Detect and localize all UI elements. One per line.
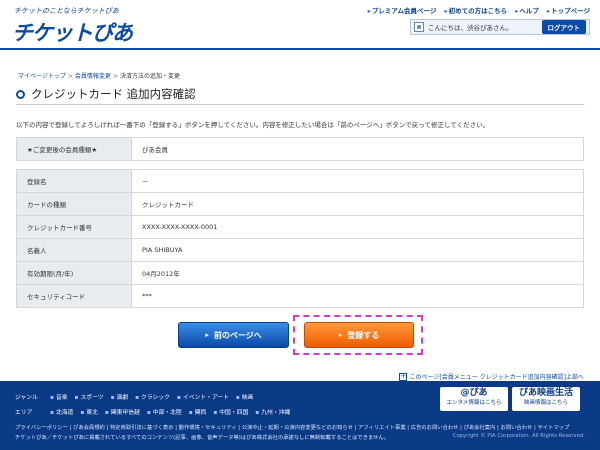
expiry-label: 有効期限(月/年) — [16, 261, 132, 285]
site-logo[interactable]: チケットぴあ — [12, 17, 133, 47]
area-row: エリア 北海道 東北 関東甲信越 中部・北陸 関西 中国・四国 九州・沖縄 — [15, 407, 297, 416]
copyright-text: Copyright © PIA Corporation. All Rights … — [452, 433, 585, 439]
top-links: プレミアム会員ページ 初めての方はこちら ヘルプ トップページ — [368, 5, 590, 15]
expiry-value: 04月2012年 — [131, 261, 584, 285]
user-greeting: こんにちは、渋谷ぴあさん。 — [428, 24, 513, 32]
title-divider — [16, 104, 584, 105]
footer-bottom: チケットぴあ／チケットぴあに掲載されているすべてのコンテンツ(記事、画像、音声デ… — [15, 433, 585, 441]
page-title: クレジットカード 追加内容確認 — [16, 86, 196, 102]
header-divider — [0, 48, 600, 50]
card-holder-label: 名義人 — [16, 238, 132, 262]
membership-table: ★ご変更後の会員種類★ ぴあ会員 — [16, 137, 584, 161]
card-type-label: カードの種類 — [16, 192, 132, 216]
table-row: 名義人 PIA SHIBUYA — [16, 238, 584, 262]
site-footer: ジャンル 音楽 スポーツ 演劇 クラシック イベント・アート 映画 エリア 北海… — [0, 381, 600, 450]
table-row: クレジットカード番号 XXXX-XXXX-XXXX-0001 — [16, 215, 584, 239]
footer-links[interactable]: プライバシーポリシー | ぴあ会員規約 | 特定商取引法に基づく表示 | 動作環… — [15, 423, 585, 431]
area-chubu-link[interactable]: 中部・北陸 — [147, 407, 182, 416]
membership-value: ぴあ会員 — [131, 137, 584, 161]
pia-movie-banner[interactable]: ぴあ映画生活 映画情報はこちら — [512, 387, 580, 411]
card-holder-value: PIA SHIBUYA — [131, 238, 584, 262]
registered-name-label: 登録名 — [16, 169, 132, 193]
pia-movie-banner-sub: 映画情報はこちら — [523, 400, 568, 406]
help-link[interactable]: ヘルプ — [515, 5, 539, 15]
breadcrumb: マイページトップ > 会員情報変更 > 決済方法の追加・変更 — [18, 73, 180, 80]
site-header: チケットのことならチケットぴあ チケットぴあ プレミアム会員ページ 初めての方は… — [0, 0, 600, 62]
genre-label: ジャンル — [15, 395, 38, 401]
table-row: 有効期限(月/年) 04月2012年 — [16, 261, 584, 285]
registered-name-value: － — [131, 169, 584, 193]
genre-classic-link[interactable]: クラシック — [135, 392, 170, 401]
at-pia-banner-title: @ぴあ — [460, 388, 488, 398]
area-tohoku-link[interactable]: 東北 — [80, 407, 98, 416]
genre-music-link[interactable]: 音楽 — [50, 392, 68, 401]
back-button[interactable]: 前のページへ — [178, 322, 289, 348]
at-pia-banner-sub: エンタメ情報はこちら — [446, 400, 502, 406]
at-pia-banner[interactable]: @ぴあ エンタメ情報はこちら — [440, 387, 508, 411]
area-kyushu-link[interactable]: 九州・沖縄 — [255, 407, 290, 416]
table-row: セキュリティコード *** — [16, 284, 584, 308]
area-kansai-link[interactable]: 関西 — [189, 407, 207, 416]
card-type-value: クレジットカード — [131, 192, 584, 216]
security-code-label: セキュリティコード — [16, 284, 132, 308]
back-to-top-link[interactable]: このページ[会員メニュー クレジットカード追加内容確認]上部へ — [398, 372, 584, 381]
table-row: 登録名 － — [16, 169, 584, 193]
intro-text: 以下の内容で登録してよろしければ一番下の「登録する」ボタンを押してください。内容… — [16, 121, 490, 129]
copyright-notice: チケットぴあ／チケットぴあに掲載されているすべてのコンテンツ(記事、画像、音声デ… — [15, 435, 390, 441]
security-code-value: *** — [131, 284, 584, 308]
area-hokkaido-link[interactable]: 北海道 — [50, 407, 73, 416]
logout-button[interactable]: ログアウト — [541, 20, 586, 34]
page-top-icon — [398, 372, 407, 381]
genre-row: ジャンル 音楽 スポーツ 演劇 クラシック イベント・アート 映画 — [15, 392, 260, 401]
premium-page-link[interactable]: プレミアム会員ページ — [368, 5, 436, 15]
page-title-text: クレジットカード 追加内容確認 — [31, 87, 196, 101]
genre-movie-link[interactable]: 映画 — [236, 392, 254, 401]
breadcrumb-mypage[interactable]: マイページトップ — [18, 73, 66, 80]
register-button[interactable]: 登録する — [304, 322, 414, 348]
back-to-top-text: このページ[会員メニュー クレジットカード追加内容確認]上部へ — [409, 374, 584, 381]
area-chugoku-link[interactable]: 中国・四国 — [213, 407, 248, 416]
title-bullet-icon — [16, 89, 25, 99]
top-page-link[interactable]: トップページ — [547, 5, 590, 15]
user-box: こんにちは、渋谷ぴあさん。 ログアウト — [410, 19, 590, 35]
site-tagline: チケットのことならチケットぴあ — [14, 7, 119, 15]
table-row: ★ご変更後の会員種類★ ぴあ会員 — [16, 137, 584, 161]
pia-movie-banner-title: ぴあ映画生活 — [518, 388, 573, 398]
card-details-table: 登録名 － カードの種類 クレジットカード クレジットカード番号 XXXX-XX… — [16, 169, 584, 308]
table-row: カードの種類 クレジットカード — [16, 192, 584, 216]
area-label: エリア — [15, 410, 33, 416]
card-number-value: XXXX-XXXX-XXXX-0001 — [131, 215, 584, 239]
area-kanto-link[interactable]: 関東甲信越 — [105, 407, 140, 416]
genre-sports-link[interactable]: スポーツ — [75, 392, 103, 401]
genre-event-art-link[interactable]: イベント・アート — [177, 392, 229, 401]
genre-theater-link[interactable]: 演劇 — [111, 392, 129, 401]
breadcrumb-current: 決済方法の追加・変更 — [119, 73, 180, 80]
user-icon — [414, 22, 424, 32]
membership-label: ★ご変更後の会員種類★ — [16, 137, 132, 161]
breadcrumb-member-info[interactable]: 会員情報変更 — [75, 73, 111, 80]
card-number-label: クレジットカード番号 — [16, 215, 132, 239]
first-time-link[interactable]: 初めての方はこちら — [444, 5, 508, 15]
